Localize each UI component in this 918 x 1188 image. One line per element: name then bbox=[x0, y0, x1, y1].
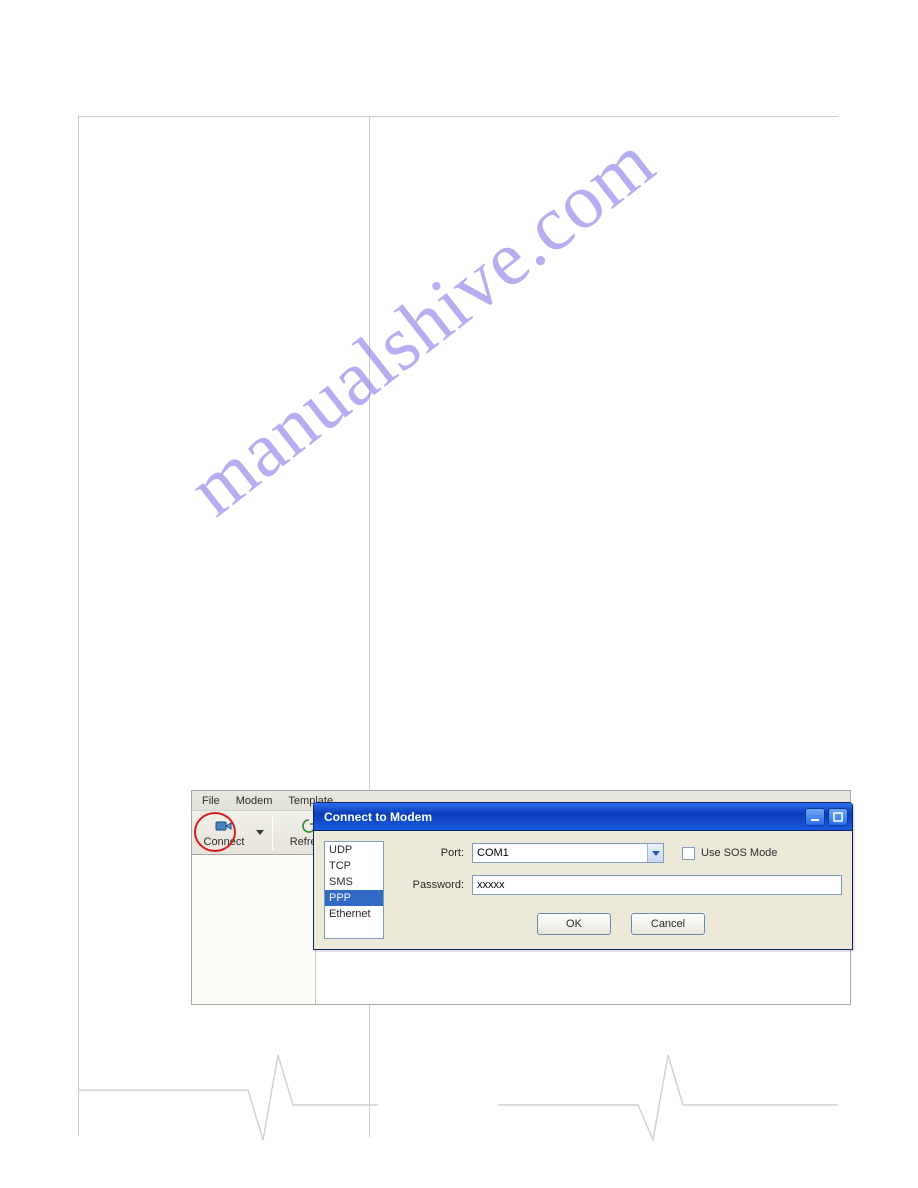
minimize-button[interactable] bbox=[805, 808, 825, 826]
sos-checkbox-row[interactable]: Use SOS Mode bbox=[672, 847, 842, 860]
connect-button-group: Connect bbox=[196, 813, 264, 853]
left-panel bbox=[192, 855, 316, 1004]
ok-button[interactable]: OK bbox=[537, 913, 611, 935]
port-dropdown-button[interactable] bbox=[647, 844, 663, 862]
port-label: Port: bbox=[400, 847, 464, 859]
port-combo[interactable] bbox=[472, 843, 664, 863]
menu-file[interactable]: File bbox=[196, 793, 226, 809]
password-input[interactable] bbox=[472, 875, 842, 895]
menu-modem[interactable]: Modem bbox=[230, 793, 279, 809]
protocol-list[interactable]: UDP TCP SMS PPP Ethernet bbox=[324, 841, 384, 939]
sos-checkbox[interactable] bbox=[682, 847, 695, 860]
protocol-udp[interactable]: UDP bbox=[325, 842, 383, 858]
dialog-body: UDP TCP SMS PPP Ethernet Port: Use SOS M… bbox=[314, 831, 852, 949]
protocol-ppp[interactable]: PPP bbox=[325, 890, 383, 906]
password-label: Password: bbox=[400, 879, 464, 891]
maximize-button[interactable] bbox=[828, 808, 848, 826]
connect-label: Connect bbox=[204, 836, 245, 848]
sos-label: Use SOS Mode bbox=[701, 847, 777, 859]
protocol-ethernet[interactable]: Ethernet bbox=[325, 906, 383, 922]
dialog-titlebar: Connect to Modem bbox=[314, 803, 852, 831]
connect-dialog: Connect to Modem UDP TCP SMS PPP Etherne… bbox=[313, 802, 853, 950]
protocol-tcp[interactable]: TCP bbox=[325, 858, 383, 874]
connect-icon bbox=[215, 817, 233, 835]
cancel-button[interactable]: Cancel bbox=[631, 913, 705, 935]
ecg-decoration bbox=[78, 1050, 838, 1160]
protocol-sms[interactable]: SMS bbox=[325, 874, 383, 890]
connect-button[interactable]: Connect bbox=[196, 813, 252, 853]
toolbar-separator bbox=[272, 816, 273, 850]
dialog-title: Connect to Modem bbox=[324, 810, 802, 824]
dialog-button-row: OK Cancel bbox=[400, 913, 842, 935]
port-input[interactable] bbox=[473, 844, 647, 862]
dialog-form: Port: Use SOS Mode Password: OK Cancel bbox=[400, 841, 842, 939]
connect-dropdown-arrow[interactable] bbox=[256, 830, 264, 835]
